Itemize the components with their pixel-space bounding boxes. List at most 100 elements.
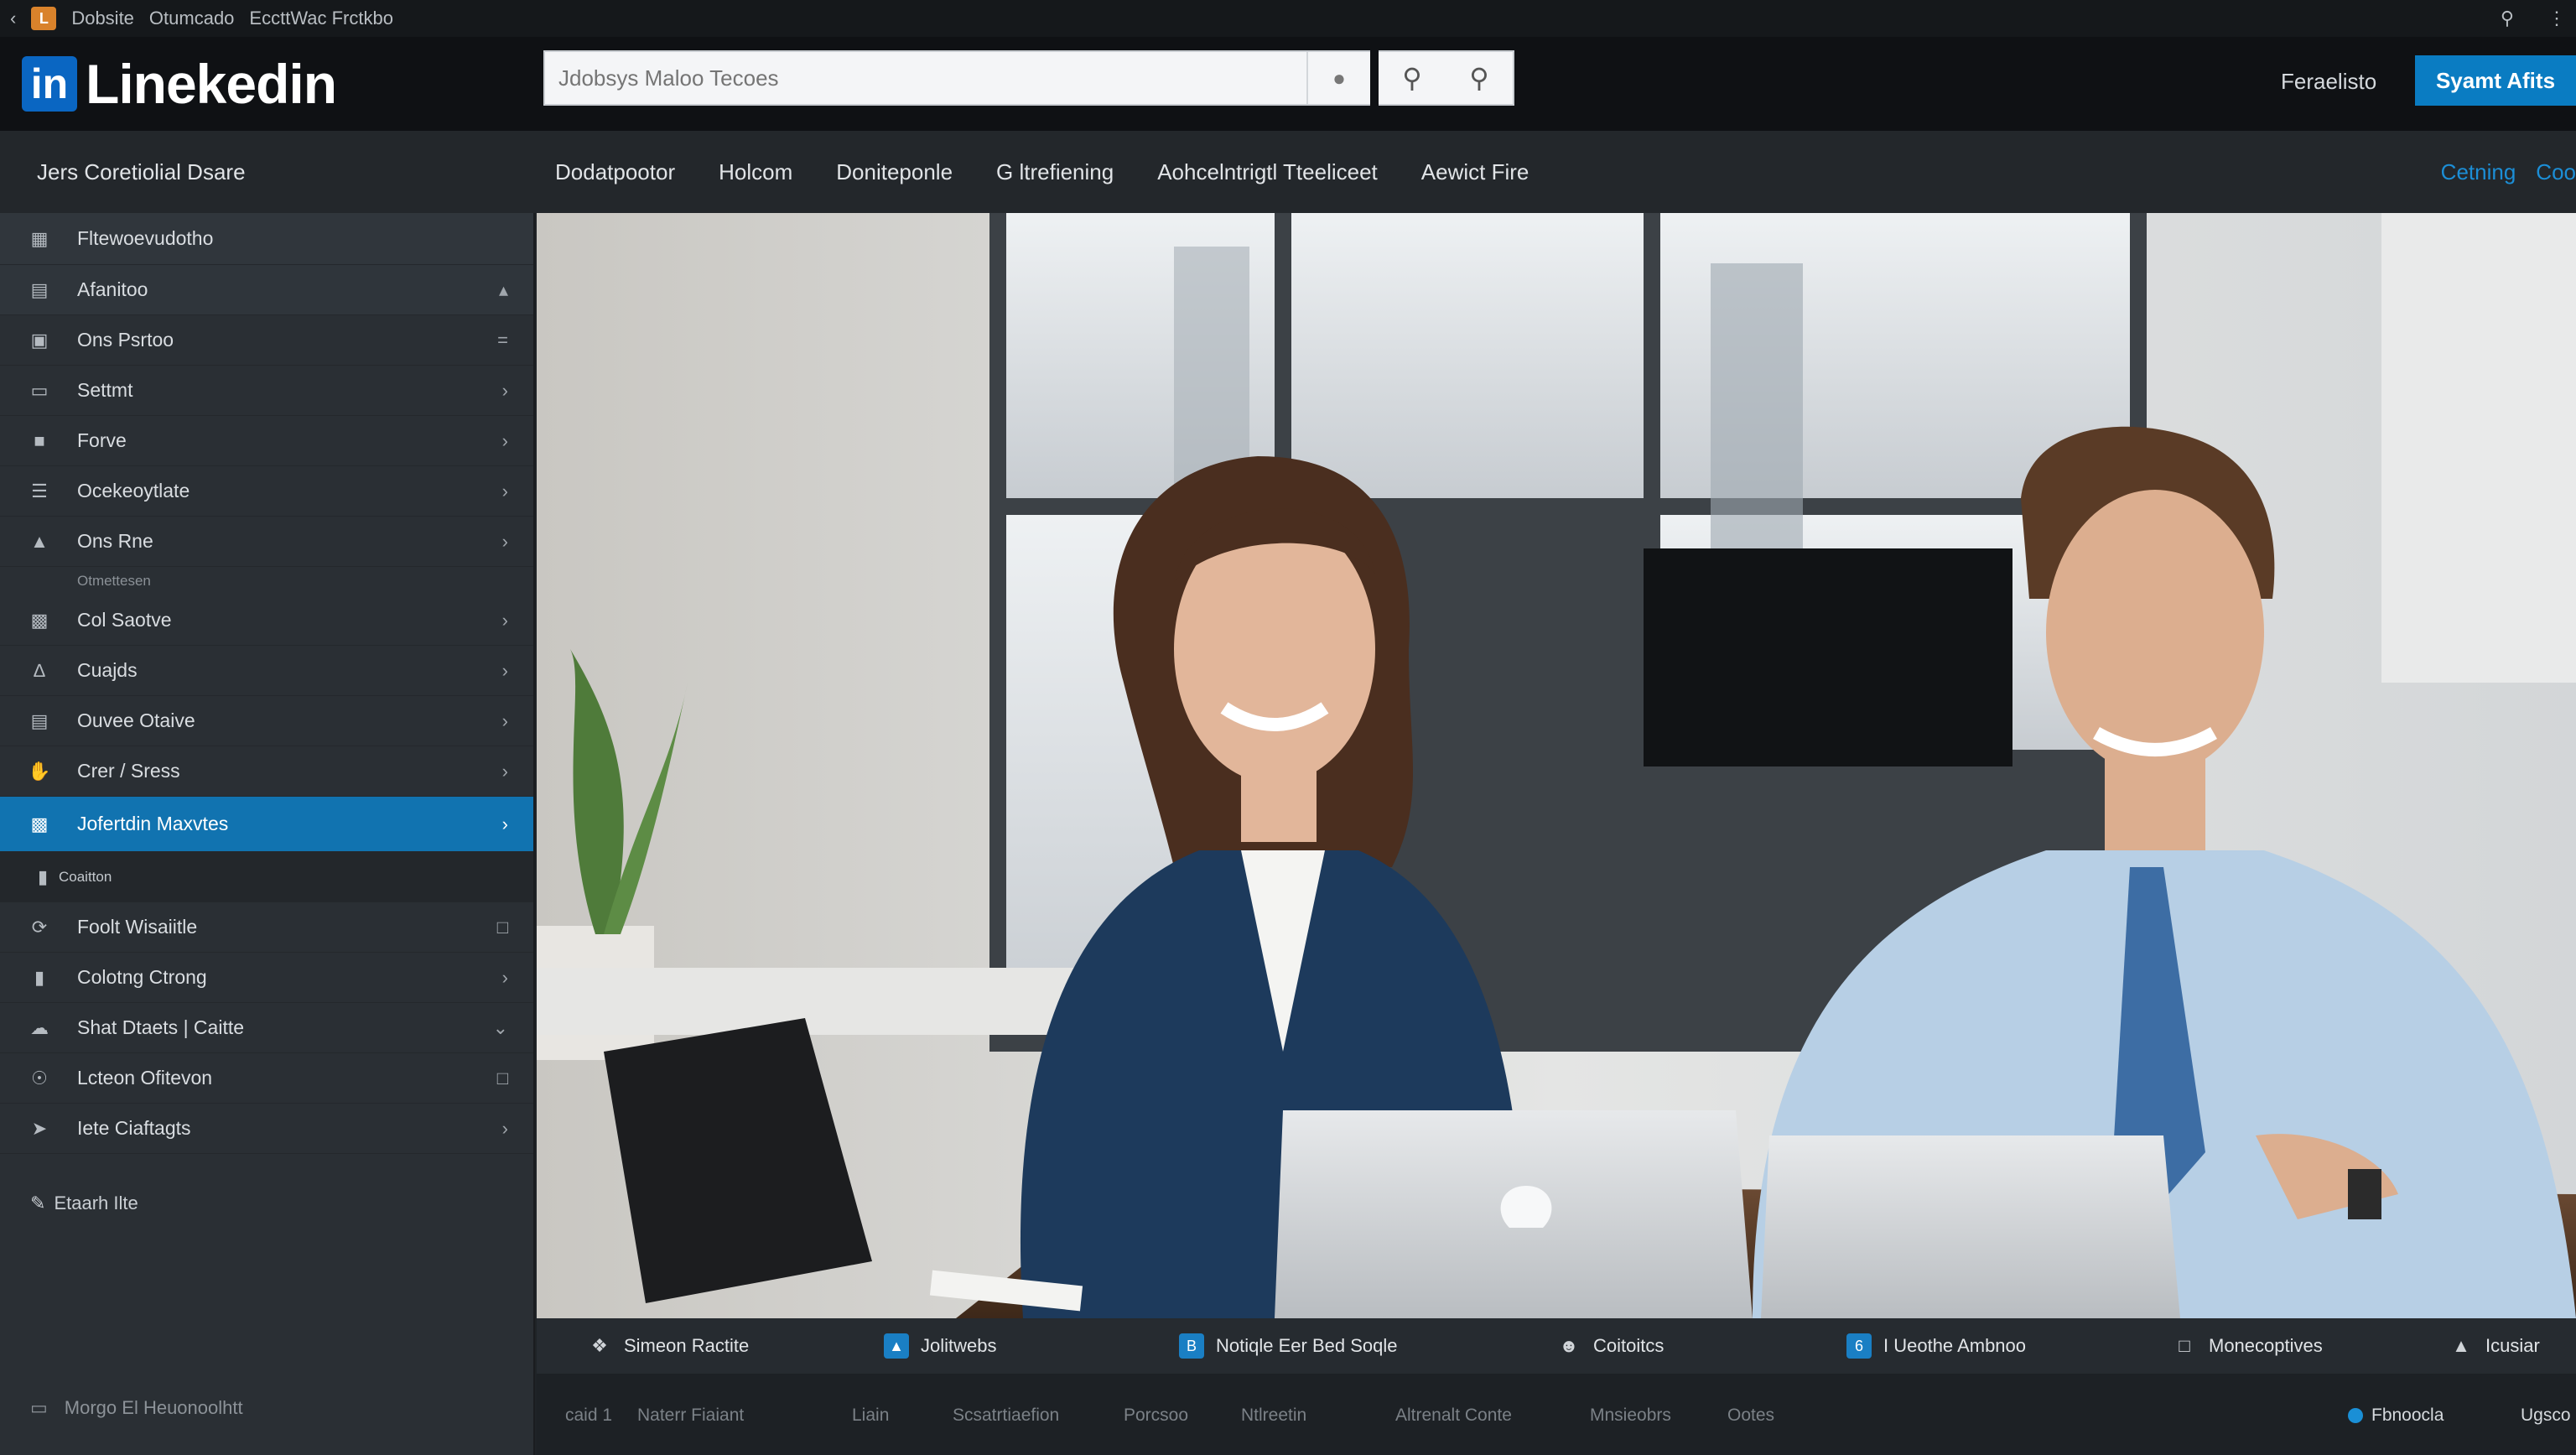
shortcut-item[interactable]: □ Monecoptives — [2172, 1333, 2323, 1359]
sidebar-item[interactable]: ▤ Ouvee Otaive › — [0, 696, 533, 746]
footer-right-link[interactable]: Ugsco — [2521, 1406, 2571, 1426]
dots-icon[interactable]: ⋮ — [2547, 8, 2566, 29]
menu-icon: = — [497, 329, 508, 351]
nav-tab[interactable]: Aohcelntrigtl Tteeliceet — [1157, 159, 1378, 185]
shortcut-label: Icusiar — [2485, 1335, 2540, 1356]
sidebar-item[interactable]: ➤ Iete Ciaftagts › — [0, 1104, 533, 1154]
chevron-right-icon: › — [501, 379, 508, 401]
sidebar-item-label: Crer / Sress — [77, 760, 180, 782]
footer-link[interactable]: caid 1 — [565, 1406, 612, 1426]
brand-logo[interactable]: in Linekedin — [22, 52, 337, 116]
nav-right-link[interactable]: Coo — [2536, 159, 2576, 185]
sidebar-top-item[interactable]: ▦ Fltewoevudotho — [0, 213, 533, 265]
briefcase-icon: ■ — [34, 429, 45, 451]
zoom-search-icon[interactable]: ⚲ — [1402, 62, 1421, 94]
search-submit-icon[interactable]: ⚲ — [1469, 62, 1488, 94]
sidebar: ▦ Fltewoevudotho ▤ Afanitoo ▴ ▣ Ons Psrt… — [0, 213, 535, 1455]
back-icon[interactable]: ‹ — [10, 8, 16, 29]
shortcut-item[interactable]: ❖ Simeon Ractite — [587, 1333, 749, 1359]
mic-icon[interactable]: ● — [1306, 52, 1370, 104]
sidebar-subheading-label: Coaitton — [59, 868, 112, 885]
section-title: Jers Coretiolial Dsare — [37, 159, 246, 184]
footer-link[interactable]: Scsatrtiaefion — [953, 1406, 1059, 1426]
header-link[interactable]: Feraelisto — [2281, 69, 2376, 95]
footer-link[interactable]: Ootes — [1727, 1406, 1774, 1426]
footer-link[interactable]: Naterr Fiaiant — [637, 1406, 744, 1426]
search-icon[interactable]: ⚲ — [2501, 8, 2514, 29]
window-pane — [1291, 213, 1644, 498]
sidebar-item[interactable]: ⟳ Foolt Wisaiitle □ — [0, 902, 533, 953]
chevron-right-icon: › — [501, 760, 508, 782]
sidebar-item[interactable]: ✋ Crer / Sress › — [0, 746, 533, 797]
checkbox-icon: □ — [496, 1067, 508, 1089]
sidebar-item-label: Iete Ciaftagts — [77, 1117, 191, 1139]
footer-link[interactable]: Liain — [852, 1406, 889, 1426]
footer-right-link[interactable]: Fbnoocla — [2348, 1406, 2444, 1426]
mountain-icon: ▲ — [2452, 1335, 2470, 1356]
sidebar-item[interactable]: ▩ Col Saotve › — [0, 595, 533, 646]
sidebar-item-label: Settmt — [77, 379, 133, 401]
sidebar-item-label: Forve — [77, 429, 127, 451]
b-icon: B — [1179, 1333, 1204, 1359]
shortcut-item[interactable]: ☻ Coitoitcs — [1556, 1333, 1664, 1359]
shortcut-item[interactable]: ▲ Icusiar — [2449, 1333, 2540, 1359]
pin-icon: ☉ — [31, 1067, 48, 1089]
footer-link[interactable]: Ntlreetin — [1241, 1406, 1306, 1426]
sidebar-group-header[interactable]: ▤ Afanitoo ▴ — [0, 265, 533, 315]
nav-right-links: Cetning Coo — [2441, 159, 2576, 185]
sidebar-item[interactable]: ▭ Settmt › — [0, 366, 533, 416]
footer-link[interactable]: Porcsoo — [1124, 1406, 1188, 1426]
sidebar-item[interactable]: ☁ Shat Dtaets | Caitte ⌄ — [0, 1003, 533, 1053]
nav-tab[interactable]: Doniteponle — [836, 159, 953, 185]
nav-tab[interactable]: Dodatpootor — [555, 159, 675, 185]
chevron-right-icon: › — [501, 609, 508, 631]
shortcut-item[interactable]: 6 I Ueothe Ambnoo — [1846, 1333, 2026, 1359]
message-icon: ▭ — [30, 1397, 48, 1418]
header-cta-button[interactable]: Syamt Afits — [2415, 55, 2576, 106]
sidebar-item[interactable]: ■ Forve › — [0, 416, 533, 466]
chevron-right-icon: › — [501, 1117, 508, 1139]
square-icon: □ — [2179, 1335, 2190, 1356]
brand-name: Linekedin — [86, 53, 337, 115]
sidebar-plain-link[interactable]: ✎ Etaarh Ilte — [30, 1193, 138, 1214]
nav-tab[interactable]: G ltrefiening — [996, 159, 1114, 185]
nav-tab[interactable]: Holcom — [719, 159, 792, 185]
sidebar-item[interactable]: ∆ Cuajds › — [0, 646, 533, 696]
chevron-right-icon: › — [501, 429, 508, 451]
shortcut-item[interactable]: B Notiqle Eer Bed Soqle — [1179, 1333, 1397, 1359]
nav-tabs: Dodatpootor Holcom Doniteponle G ltrefie… — [555, 159, 1529, 185]
shortcut-label: Coitoitcs — [1593, 1335, 1665, 1356]
search-input[interactable] — [545, 53, 1306, 103]
bullet-icon: ▮ — [37, 865, 49, 887]
shortcut-item[interactable]: ▲ Jolitwebs — [884, 1333, 996, 1359]
footer-link[interactable]: Altrenalt Conte — [1395, 1406, 1512, 1426]
shortcut-label: I Ueothe Ambnoo — [1883, 1335, 2027, 1356]
footer-link[interactable]: Mnsieobrs — [1590, 1406, 1671, 1426]
sidebar-item[interactable]: ☉ Lcteon Ofitevon □ — [0, 1053, 533, 1104]
sidebar-item-label: Afanitoo — [77, 278, 148, 300]
nav-right-link[interactable]: Cetning — [2441, 159, 2516, 185]
sidebar-subheading-label: Otmettesen — [77, 573, 151, 589]
sidebar-item[interactable]: ▣ Ons Psrtoo = — [0, 315, 533, 366]
sidebar-item[interactable]: ☰ Ocekeoytlate › — [0, 466, 533, 517]
hero-photo — [537, 213, 2576, 1318]
image-icon: ▲ — [884, 1333, 909, 1359]
sidebar-item-label: Jofertdin Maxvtes — [77, 813, 229, 834]
collapse-icon: ▴ — [498, 278, 508, 300]
user-icon: ☻ — [1559, 1335, 1579, 1356]
chevron-right-icon: › — [501, 966, 508, 988]
shortcut-label: Monecoptives — [2209, 1335, 2323, 1356]
layers-icon: ▤ — [30, 278, 49, 300]
sidebar-item-label: Ouvee Otaive — [77, 709, 195, 731]
status-dot-icon — [2348, 1408, 2363, 1423]
nav-tab[interactable]: Aewict Fire — [1421, 159, 1530, 185]
monitor — [1644, 548, 2012, 766]
sidebar-item-label: Ocekeoytlate — [77, 480, 190, 501]
sidebar-item-active[interactable]: ▩ Jofertdin Maxvtes › — [0, 797, 533, 852]
refresh-icon: ⟳ — [31, 916, 48, 938]
sidebar-item[interactable]: ▲ Ons Rne › — [0, 517, 533, 567]
chevron-down-icon: ⌄ — [492, 1016, 508, 1038]
office-photo-illustration — [537, 213, 2576, 1318]
sidebar-item[interactable]: ▮ Colotng Ctrong › — [0, 953, 533, 1003]
sidebar-footer[interactable]: ▭ Morgo El Heuonoolhtt — [30, 1397, 243, 1419]
